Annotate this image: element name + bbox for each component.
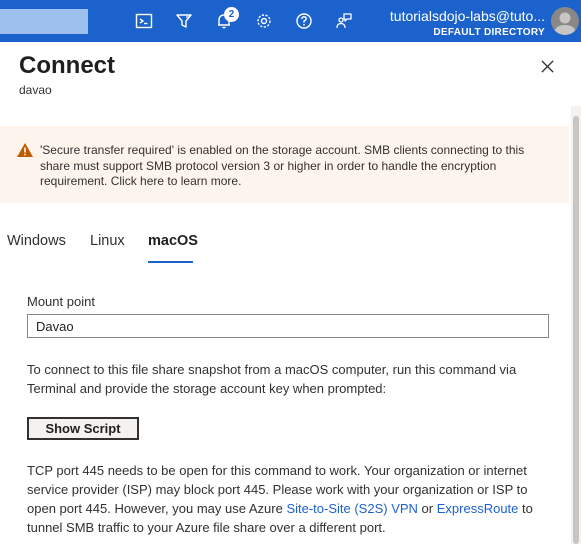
directory-filter-icon[interactable] [173, 10, 195, 32]
instructions-text: To connect to this file share snapshot f… [27, 362, 517, 396]
port-info-middle: or [417, 501, 437, 516]
warning-banner[interactable]: 'Secure transfer required' is enabled on… [0, 126, 569, 203]
port-info-text: TCP port 445 needs to be open for this c… [27, 461, 557, 537]
account-email: tutorialsdojo-labs@tuto... [389, 8, 545, 24]
close-icon [540, 59, 554, 73]
notification-count-badge: 2 [224, 7, 239, 22]
page-title: Connect [19, 52, 115, 79]
close-button[interactable] [537, 56, 557, 76]
tab-macos[interactable]: macOS [148, 233, 198, 249]
directory-name: DEFAULT DIRECTORY [433, 27, 545, 38]
account-info[interactable]: tutorialsdojo-labs@tuto... DEFAULT DIREC… [390, 7, 545, 39]
show-script-button[interactable]: Show Script [27, 417, 139, 440]
cloud-shell-icon[interactable] [133, 10, 155, 32]
feedback-icon[interactable] [333, 10, 355, 32]
tab-windows[interactable]: Windows [7, 233, 66, 249]
mount-point-label: Mount point [27, 294, 95, 309]
mount-point-input[interactable] [27, 314, 549, 338]
search-box[interactable] [0, 9, 88, 34]
settings-icon[interactable] [253, 10, 275, 32]
scrollbar[interactable] [571, 106, 581, 544]
page-subtitle: davao [19, 83, 52, 97]
s2s-vpn-link[interactable]: Site-to-Site (S2S) VPN [286, 501, 418, 516]
scroll-thumb[interactable] [573, 116, 579, 544]
top-bar: 2 tutorialsdojo-labs@tuto... DEFAULT DIR… [0, 0, 581, 42]
tab-linux[interactable]: Linux [90, 233, 125, 249]
avatar[interactable] [551, 7, 579, 35]
expressroute-link[interactable]: ExpressRoute [437, 501, 519, 516]
active-tab-indicator [148, 261, 193, 263]
warning-icon [17, 143, 33, 157]
warning-text: 'Secure transfer required' is enabled on… [40, 143, 525, 188]
help-icon[interactable] [293, 10, 315, 32]
